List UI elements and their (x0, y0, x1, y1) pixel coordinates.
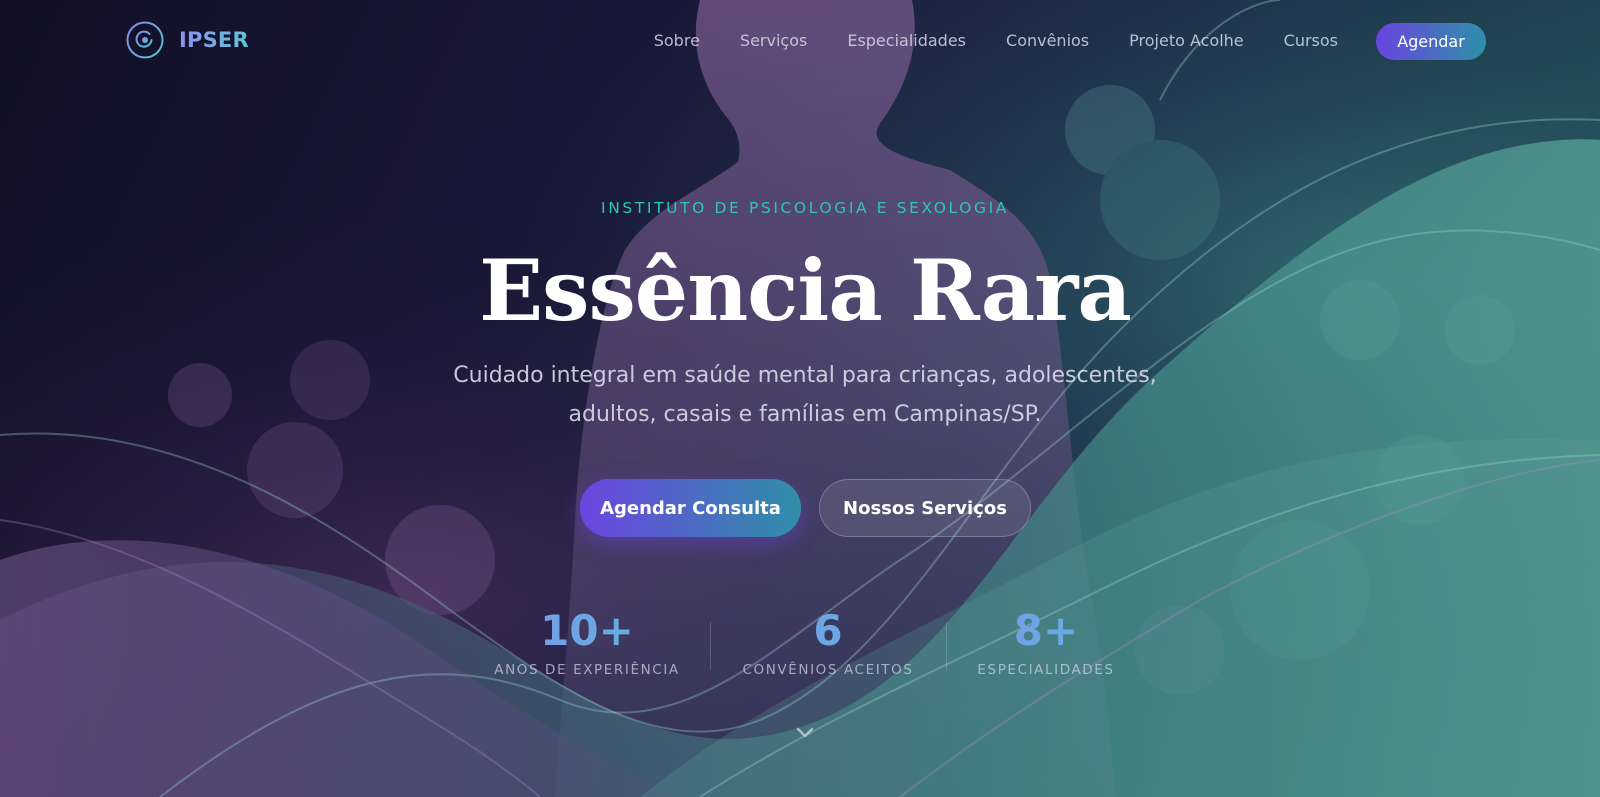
stat-especialidades: 8+ ESPECIALIDADES (946, 606, 1146, 678)
top-navigation: IPSER Sobre Serviços Especialidades Conv… (0, 0, 1600, 82)
hero-eyebrow: INSTITUTO DE PSICOLOGIA E SEXOLOGIA (601, 199, 1009, 217)
nav-links: Sobre Serviços Especialidades Convênios … (614, 31, 1338, 50)
brand-name: IPSER (179, 28, 249, 52)
stat-label: ANOS DE EXPERIÊNCIA (494, 662, 680, 678)
target-circle-icon (126, 21, 164, 59)
stat-label: CONVÊNIOS ACEITOS (742, 662, 914, 678)
nav-link-projeto-acolhe[interactable]: Projeto Acolhe (1129, 31, 1244, 50)
agendar-consulta-button[interactable]: Agendar Consulta (580, 479, 801, 537)
stat-divider (710, 622, 711, 670)
nav-link-cursos[interactable]: Cursos (1284, 31, 1338, 50)
hero-title: Essência Rara (479, 241, 1132, 340)
nav-link-sobre[interactable]: Sobre (654, 31, 700, 50)
stat-convenios: 6 CONVÊNIOS ACEITOS (728, 606, 928, 678)
chevron-down-icon[interactable] (795, 725, 815, 741)
brand-logo[interactable]: IPSER (126, 21, 249, 59)
nossos-servicos-button[interactable]: Nossos Serviços (819, 479, 1031, 537)
stat-experience: 10+ ANOS DE EXPERIÊNCIA (487, 606, 687, 678)
stat-value: 6 (728, 606, 928, 656)
hero-subtitle: Cuidado integral em saúde mental para cr… (453, 363, 1157, 427)
nav-agendar-button[interactable]: Agendar (1376, 23, 1486, 60)
nav-link-servicos[interactable]: Serviços (740, 31, 807, 50)
hero-section: IPSER Sobre Serviços Especialidades Conv… (0, 0, 1600, 797)
nav-link-especialidades[interactable]: Especialidades (847, 31, 966, 50)
stat-value: 10+ (487, 606, 687, 656)
stat-label: ESPECIALIDADES (977, 662, 1115, 678)
nav-link-convenios[interactable]: Convênios (1006, 31, 1089, 50)
stat-value: 8+ (946, 606, 1146, 656)
